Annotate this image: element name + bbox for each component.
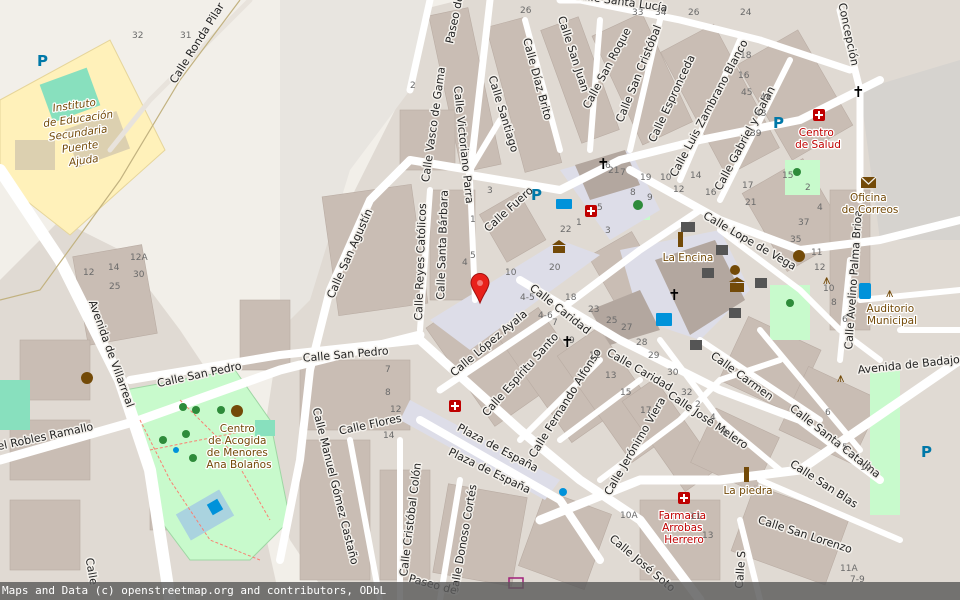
house-number: 11 [690, 512, 701, 522]
house-number: 21 [745, 198, 756, 208]
house-number: 39 [750, 129, 762, 139]
house-number: 6 [825, 408, 831, 418]
house-number: 31 [180, 31, 191, 41]
poi-label-la-piedra: La piedra [723, 485, 772, 497]
house-number: 4-6 [538, 311, 553, 321]
house-number: 12 [390, 405, 401, 415]
post-office-envelope-icon [860, 176, 877, 188]
poi-label-auditorio: Auditorio Municipal [867, 303, 918, 327]
house-number: 15 [782, 171, 793, 181]
house-number: 11 [811, 248, 822, 258]
house-number: 8 [630, 188, 636, 198]
house-number: 5 [842, 443, 848, 453]
parking-icon: P [773, 114, 784, 132]
house-number: 10 [505, 268, 517, 278]
house-number: 6 [842, 315, 848, 325]
house-number: 7 [552, 318, 558, 328]
house-number: 18 [740, 51, 752, 61]
house-number: 30 [133, 270, 145, 280]
house-number: 22 [560, 225, 571, 235]
house-number: 8 [385, 388, 391, 398]
house-number: 9 [647, 193, 653, 203]
house-number: 12 [814, 263, 825, 273]
house-number: 33 [632, 8, 643, 18]
house-number: 12 [673, 185, 684, 195]
house-number: 10 [860, 463, 872, 473]
house-number: 45 [741, 88, 752, 98]
house-number: 17 [640, 406, 651, 416]
house-number: 35 [790, 235, 801, 245]
street-map[interactable]: Calle Santa Lucía Calle Ronda Pilar Pase… [0, 0, 960, 600]
house-number: 3 [605, 226, 611, 236]
svg-text:⩚: ⩚ [823, 273, 831, 288]
house-number: 37 [798, 218, 809, 228]
house-number: 5 [470, 251, 476, 261]
map-attribution[interactable]: Maps and Data (c) openstreetmap.org and … [0, 582, 960, 600]
house-number: 24 [740, 8, 752, 18]
house-number: 2 [805, 183, 811, 193]
house-number: 26 [688, 8, 700, 18]
house-number: 4 [710, 413, 716, 423]
house-number: 25 [606, 316, 617, 326]
house-number: 27 [621, 323, 632, 333]
house-number: 29 [648, 351, 660, 361]
house-number: 10 [660, 173, 672, 183]
house-number: 32 [132, 31, 143, 41]
poi-label-centro-salud: Centro de Salud [795, 127, 841, 151]
svg-text:⩚: ⩚ [837, 371, 845, 386]
house-number: 4-5 [520, 293, 535, 303]
house-number: 20 [549, 263, 561, 273]
parking-icon: P [37, 52, 48, 70]
house-number: 16 [705, 188, 717, 198]
house-number: 30 [667, 368, 679, 378]
house-number: 4 [817, 203, 823, 213]
house-number: 43 [755, 109, 766, 119]
house-number: 12A [130, 253, 148, 263]
church-cross-icon: ✝ [852, 83, 865, 101]
house-number: 5 [597, 203, 603, 213]
poi-label-oficina-correos: Oficina de Correos [842, 192, 899, 216]
house-number: 17 [742, 181, 753, 191]
house-number: 19 [640, 173, 652, 183]
parking-icon: P [921, 443, 932, 461]
parking-icon: P [531, 186, 542, 204]
house-number: 1 [576, 218, 582, 228]
house-number: 23 [588, 305, 599, 315]
church-cross-icon: ✝ [668, 286, 681, 304]
house-number: 2 [695, 400, 701, 410]
house-number: 14 [108, 263, 120, 273]
church-cross-icon: ✝ [597, 155, 610, 173]
house-number: 28 [636, 338, 648, 348]
poi-label-la-encina: La Encina [663, 252, 714, 264]
house-number: 14 [383, 431, 395, 441]
house-number: 12 [83, 268, 94, 278]
house-number: 8 [831, 298, 837, 308]
house-number: 3 [487, 186, 493, 196]
house-number: 25 [109, 282, 120, 292]
house-number: 1 [470, 215, 476, 225]
house-number: 14 [690, 171, 702, 181]
house-number: 15 [620, 388, 631, 398]
house-number: 41 [760, 93, 771, 103]
house-number: 32 [681, 388, 692, 398]
theatre-icon [730, 265, 740, 275]
house-number: 13 [702, 531, 713, 541]
house-number: 13 [605, 371, 616, 381]
house-number: 11 [589, 351, 600, 361]
svg-text:⩚: ⩚ [886, 286, 894, 301]
house-number: 7 [620, 168, 626, 178]
house-number: 7 [385, 365, 391, 375]
house-number: 16 [738, 71, 750, 81]
house-number: 18 [565, 293, 577, 303]
house-number: 4 [462, 258, 468, 268]
house-number: 9 [722, 428, 728, 438]
house-number: 26 [520, 6, 532, 16]
house-number: 2 [410, 81, 416, 91]
church-cross-icon: ✝ [561, 333, 574, 351]
house-number: 34 [655, 8, 667, 18]
house-number: 11A [840, 564, 858, 574]
house-number: 10A [620, 511, 638, 521]
